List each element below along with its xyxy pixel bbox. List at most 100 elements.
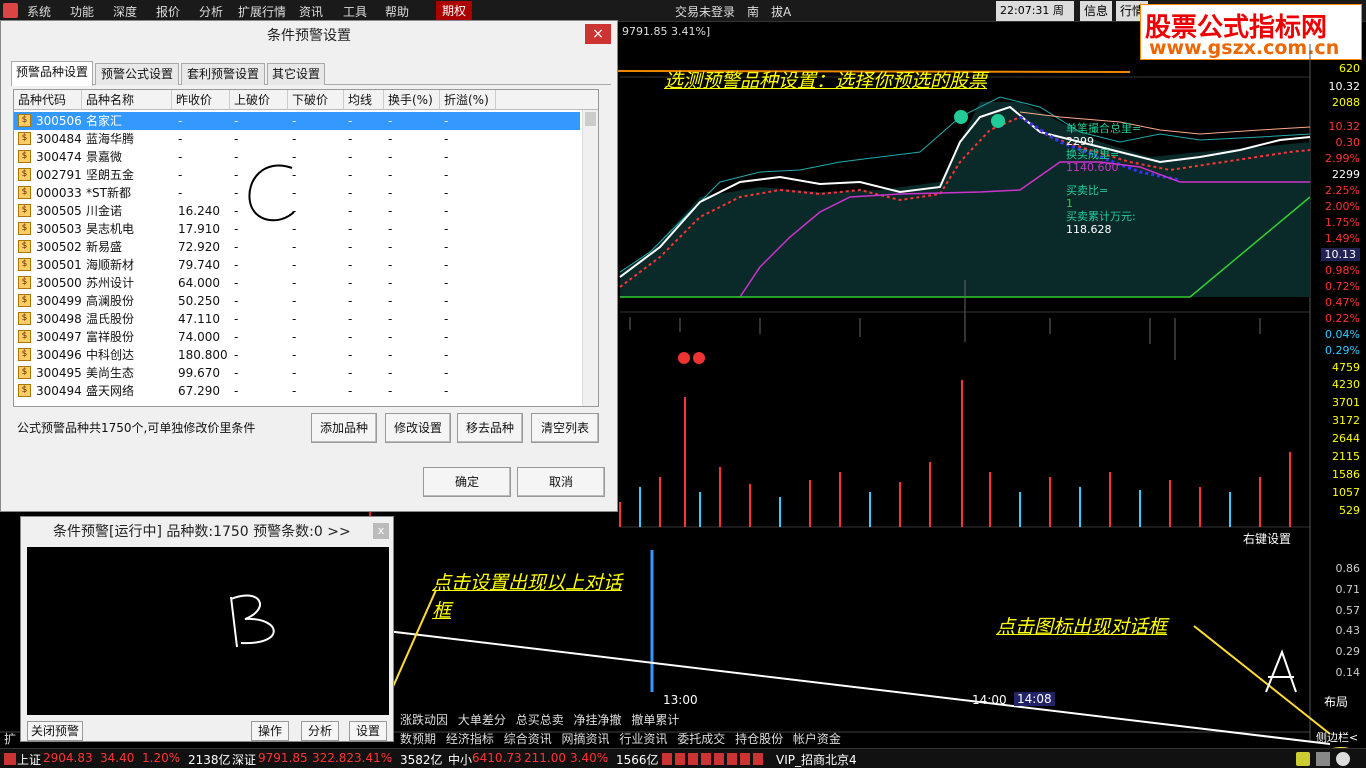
modify-settings-button[interactable]: 修改设置 bbox=[385, 413, 451, 443]
clock: 22:07:31 周四 bbox=[996, 1, 1074, 37]
zx-change: 211.00 bbox=[524, 751, 566, 765]
table-scrollbar[interactable] bbox=[582, 110, 598, 406]
analyze-button[interactable]: 分析 bbox=[301, 721, 339, 741]
nav-item[interactable]: 总买总卖 bbox=[516, 713, 564, 727]
warning-bell-icon[interactable] bbox=[1336, 752, 1350, 766]
axis-label: 1.49% bbox=[1325, 232, 1360, 245]
table-cell: 180.800 bbox=[178, 348, 228, 362]
layout-label[interactable]: 布局 bbox=[1324, 693, 1348, 710]
sh-label[interactable]: 上证 bbox=[17, 751, 41, 768]
menu-tools[interactable]: 工具 bbox=[343, 3, 367, 20]
table-cell: 中科创达 bbox=[86, 348, 135, 362]
alert-tray-icon[interactable] bbox=[1316, 752, 1330, 766]
table-cell: - bbox=[444, 294, 449, 308]
nav-item[interactable]: 网摘资讯 bbox=[562, 732, 610, 746]
menu-analysis[interactable]: 分析 bbox=[199, 3, 223, 20]
close-alert-button[interactable]: 关闭预警 bbox=[27, 721, 83, 741]
sidebar-toggle[interactable]: 侧边栏< bbox=[1316, 729, 1358, 745]
volume-axis-label: 2115 bbox=[1332, 450, 1360, 463]
axis-label: 2.25% bbox=[1325, 184, 1360, 197]
tab-formula-settings[interactable]: 预警公式设置 bbox=[95, 63, 179, 85]
table-cell: 富祥股份 bbox=[86, 330, 135, 344]
nav-item[interactable]: 行业资讯 bbox=[619, 732, 667, 746]
panel-title[interactable]: 条件预警[运行中] 品种数:1750 预警条数:0 >> bbox=[21, 517, 393, 547]
sz-label[interactable]: 深证 bbox=[232, 751, 256, 768]
nav-item[interactable]: 涨跌动因 bbox=[400, 713, 448, 727]
nav-item[interactable]: 大单差分 bbox=[458, 713, 506, 727]
menu-depth[interactable]: 深度 bbox=[113, 3, 137, 20]
axis-label: 0.98% bbox=[1325, 264, 1360, 277]
menu-quote[interactable]: 报价 bbox=[156, 3, 180, 20]
lower-axis-label: 0.71 bbox=[1335, 583, 1361, 596]
nav-item[interactable]: 委托成交 bbox=[677, 732, 725, 746]
column-header[interactable]: 均线 bbox=[344, 90, 384, 110]
table-cell: 74.000 bbox=[178, 330, 220, 344]
sell-signal-icon bbox=[693, 352, 705, 364]
tab-other-settings[interactable]: 其它设置 bbox=[267, 63, 325, 85]
column-header[interactable]: 下破价 bbox=[288, 90, 344, 110]
zx-label[interactable]: 中小 bbox=[448, 751, 472, 768]
scrollbar-thumb[interactable] bbox=[585, 112, 596, 126]
table-cell: 300496 bbox=[36, 348, 82, 362]
table-row[interactable]: $300498 温氏股份 47.110- - - - - bbox=[14, 310, 580, 328]
table-cell: - bbox=[444, 258, 449, 272]
table-row[interactable]: $300496 中科创达 180.800- - - - - bbox=[14, 346, 580, 364]
column-header[interactable]: 昨收价 bbox=[172, 90, 230, 110]
cancel-button[interactable]: 取消 bbox=[517, 467, 605, 497]
nav-item[interactable]: 综合资讯 bbox=[504, 732, 552, 746]
dollar-icon: $ bbox=[18, 330, 31, 343]
volume-axis-label: 1586 bbox=[1332, 468, 1360, 481]
table-row[interactable]: $300495 美尚生态 99.670- - - - - bbox=[14, 364, 580, 382]
table-row[interactable]: $300502 新易盛 72.920- - - - - bbox=[14, 238, 580, 256]
dollar-icon: $ bbox=[18, 204, 31, 217]
table-row[interactable]: $300501 海顺新材 79.740- - - - - bbox=[14, 256, 580, 274]
dialog-close-button[interactable]: × bbox=[585, 24, 611, 44]
nav-item[interactable]: 数预期 bbox=[400, 732, 436, 746]
operate-button[interactable]: 操作 bbox=[251, 721, 289, 741]
annotation-click-settings: 点击设置出现以上对话 bbox=[432, 572, 623, 594]
legend-cum-label: 买卖累计万元: bbox=[1066, 210, 1136, 223]
settings-button[interactable]: 设置 bbox=[349, 721, 387, 741]
clear-list-button[interactable]: 清空列表 bbox=[531, 413, 599, 443]
tab-arbitrage-settings[interactable]: 套利预警设置 bbox=[181, 63, 265, 85]
options-tab[interactable]: 期权 bbox=[436, 1, 472, 21]
right-click-settings[interactable]: 右键设置 bbox=[1243, 530, 1291, 547]
nav-item[interactable]: 撤单累计 bbox=[631, 713, 679, 727]
login-status[interactable]: 交易未登录 bbox=[675, 3, 735, 20]
table-cell: - bbox=[348, 330, 353, 344]
column-header[interactable]: 品种名称 bbox=[82, 90, 172, 110]
column-header[interactable]: 品种代码 bbox=[14, 90, 82, 110]
menu-help[interactable]: 帮助 bbox=[385, 3, 409, 20]
sh-percent: 1.20% bbox=[142, 751, 181, 765]
column-header[interactable]: 折溢(%) bbox=[440, 90, 496, 110]
menu-news[interactable]: 资讯 bbox=[299, 3, 323, 20]
left-nav-tab[interactable]: 扩 bbox=[4, 730, 16, 747]
table-row[interactable]: $300494 盛天网络 67.290- - - - - bbox=[14, 382, 580, 400]
ok-button[interactable]: 确定 bbox=[423, 467, 511, 497]
menu-function[interactable]: 功能 bbox=[70, 3, 94, 20]
legend-buy-label: 换买成里= bbox=[1066, 148, 1120, 161]
nav-item[interactable]: 净挂净撤 bbox=[574, 713, 622, 727]
tab-symbol-settings[interactable]: 预警品种设置 bbox=[11, 61, 93, 86]
nav-item[interactable]: 持仓股份 bbox=[735, 732, 783, 746]
add-symbol-button[interactable]: 添加品种 bbox=[311, 413, 377, 443]
dollar-icon: $ bbox=[18, 168, 31, 181]
axis-label: 10.32 bbox=[1328, 80, 1361, 93]
server-label[interactable]: VIP_招商北京4 bbox=[776, 751, 857, 768]
column-header[interactable]: 上破价 bbox=[230, 90, 288, 110]
table-row[interactable]: $300500 苏州设计 64.000- - - - - bbox=[14, 274, 580, 292]
table-row[interactable]: $300506 名家汇 - - - - - - bbox=[14, 112, 580, 130]
nav-item[interactable]: 帐户资金 bbox=[793, 732, 841, 746]
menu-extended-quote[interactable]: 扩展行情 bbox=[238, 3, 286, 20]
table-row[interactable]: $300499 高澜股份 50.250- - - - - bbox=[14, 292, 580, 310]
column-header[interactable]: 换手(%) bbox=[384, 90, 440, 110]
lock-icon[interactable] bbox=[1296, 752, 1310, 766]
dollar-icon: $ bbox=[18, 258, 31, 271]
remove-symbol-button[interactable]: 移去品种 bbox=[457, 413, 523, 443]
menu-system[interactable]: 系统 bbox=[27, 3, 51, 20]
info-button[interactable]: 信息 bbox=[1080, 1, 1113, 21]
nav-item[interactable]: 经济指标 bbox=[446, 732, 494, 746]
panel-close-button[interactable]: x bbox=[373, 523, 389, 539]
table-row[interactable]: $300484 蓝海华腾 - - - - - - bbox=[14, 130, 580, 148]
table-row[interactable]: $300497 富祥股份 74.000- - - - - bbox=[14, 328, 580, 346]
